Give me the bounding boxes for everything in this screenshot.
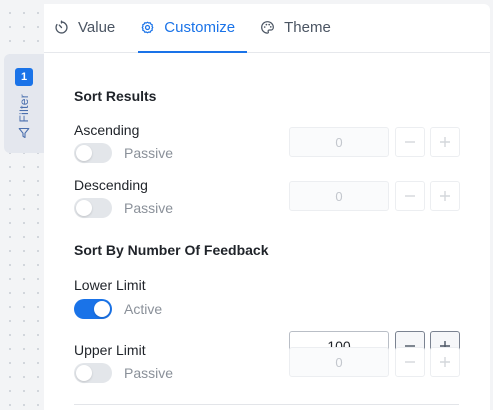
descending-decrement-button[interactable] — [395, 181, 425, 211]
descending-toggle[interactable] — [74, 198, 112, 218]
tab-customize[interactable]: Customize — [138, 4, 247, 53]
upper-limit-label: Upper Limit — [74, 342, 146, 358]
minus-icon — [405, 361, 415, 363]
upper-limit-decrement-button[interactable] — [395, 347, 425, 377]
toggle-knob — [76, 145, 92, 161]
ascending-toggle[interactable] — [74, 143, 112, 163]
upper-limit-stepper — [289, 347, 460, 377]
minus-icon — [405, 195, 415, 197]
filter-count-badge: 1 — [15, 68, 33, 86]
filter-side-tab[interactable]: 1 Filter — [4, 54, 44, 153]
sort-by-feedback-title: Sort By Number Of Feedback — [74, 242, 269, 258]
ascending-toggle-row: Passive — [74, 143, 173, 163]
plus-icon — [440, 191, 450, 201]
tab-bar: Value Customize Theme — [44, 4, 490, 53]
ascending-decrement-button[interactable] — [395, 127, 425, 157]
section-divider — [74, 404, 459, 405]
funnel-icon — [18, 128, 30, 139]
palette-icon — [261, 20, 275, 34]
upper-limit-toggle-row: Passive — [74, 363, 173, 383]
ascending-stepper — [289, 127, 460, 157]
gear-icon — [141, 21, 154, 33]
plus-icon — [440, 137, 450, 147]
descending-increment-button[interactable] — [430, 181, 460, 211]
lower-limit-status: Active — [124, 301, 163, 317]
lower-limit-toggle[interactable] — [74, 299, 112, 319]
tab-value[interactable]: Value — [54, 4, 127, 52]
lower-limit-toggle-row: Active — [74, 299, 162, 319]
descending-toggle-row: Passive — [74, 198, 173, 218]
ascending-value-input[interactable] — [289, 127, 389, 157]
ascending-status: Passive — [124, 145, 174, 161]
minus-icon — [405, 141, 415, 143]
tab-theme-label: Theme — [284, 18, 331, 36]
descending-status: Passive — [124, 200, 174, 216]
ascending-label: Ascending — [74, 122, 140, 138]
plus-icon — [440, 357, 450, 367]
descending-label: Descending — [74, 177, 148, 193]
tab-theme[interactable]: Theme — [260, 4, 343, 52]
lower-limit-label: Lower Limit — [74, 277, 146, 293]
toggle-knob — [76, 200, 92, 216]
upper-limit-value-input[interactable] — [289, 347, 389, 377]
filter-label: Filter — [17, 94, 31, 123]
tab-customize-label: Customize — [164, 18, 236, 36]
upper-limit-increment-button[interactable] — [430, 347, 460, 377]
descending-stepper — [289, 181, 460, 211]
timer-icon — [55, 19, 68, 34]
ascending-increment-button[interactable] — [430, 127, 460, 157]
upper-limit-toggle[interactable] — [74, 363, 112, 383]
upper-limit-status: Passive — [124, 365, 174, 381]
settings-panel: Value Customize Theme Sort Results Ascen… — [44, 4, 490, 410]
sort-results-title: Sort Results — [74, 88, 157, 104]
toggle-knob — [94, 301, 110, 317]
toggle-knob — [76, 365, 92, 381]
tab-value-label: Value — [78, 18, 116, 36]
descending-value-input[interactable] — [289, 181, 389, 211]
